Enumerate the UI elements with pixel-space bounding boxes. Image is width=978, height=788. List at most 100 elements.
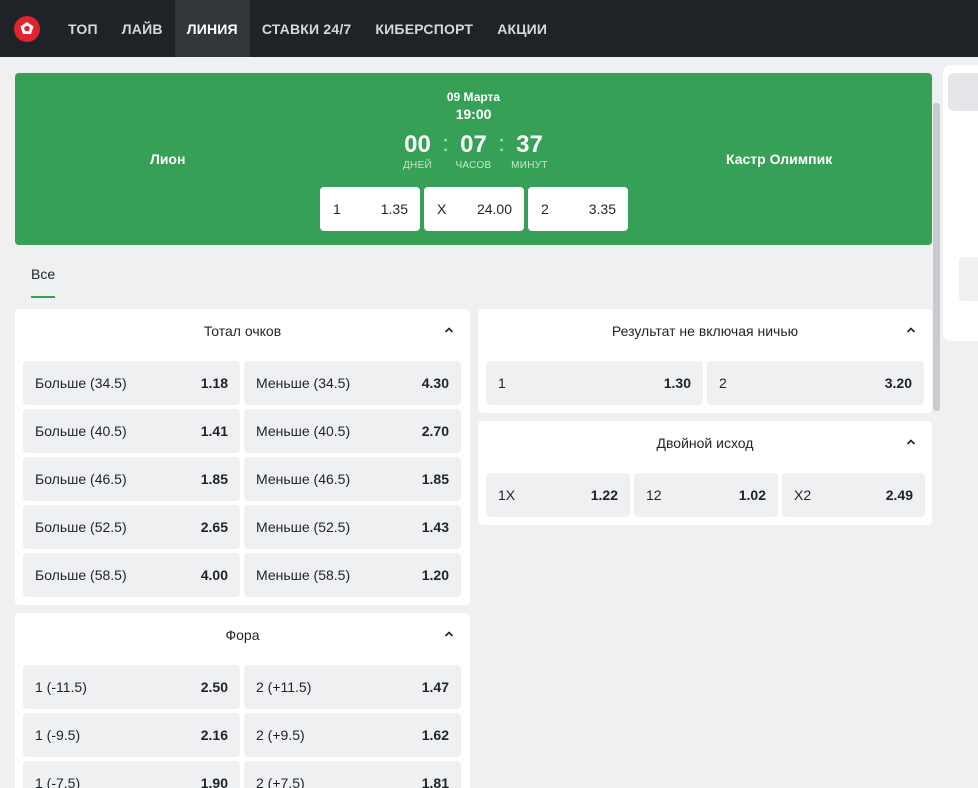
countdown-days: 00 ДНЕЙ	[395, 131, 441, 171]
odd-label: Больше (34.5)	[35, 375, 127, 391]
odd-cell[interactable]: 1X 1.22	[486, 473, 630, 517]
odd-cell[interactable]: 12 1.02	[634, 473, 778, 517]
odd-cell[interactable]: Больше (40.5) 1.41	[23, 409, 240, 453]
market-title: Фора	[225, 627, 260, 643]
odd-cell[interactable]: 2 (+11.5) 1.47	[244, 665, 461, 709]
chevron-up-icon[interactable]	[444, 325, 454, 335]
countdown-separator: :	[442, 131, 449, 156]
countdown-separator: :	[498, 131, 505, 156]
bet-slip-input[interactable]	[959, 257, 978, 301]
odd-cell[interactable]: 1 (-7.5) 1.90	[23, 761, 240, 788]
odd-label: 2 (+11.5)	[256, 679, 312, 695]
odd-value: 4.00	[200, 567, 228, 583]
odd-label: 1X	[498, 487, 516, 503]
countdown-hours-value: 07	[460, 131, 487, 158]
nav-bets-247[interactable]: СТАВКИ 24/7	[250, 0, 364, 57]
countdown-hours: 07 ЧАСОВ	[451, 131, 497, 171]
market-grid: 1 1.30 2 3.20	[478, 353, 932, 405]
countdown-hours-label: ЧАСОВ	[455, 160, 492, 171]
odd-label: Больше (40.5)	[35, 423, 127, 439]
odd-label: 2 (+7.5)	[256, 775, 305, 788]
odd-label: Меньше (34.5)	[256, 375, 351, 391]
market-title: Тотал очков	[203, 323, 282, 339]
market-header[interactable]: Результат не включая ничью	[478, 309, 932, 353]
market-handicap: Фора 1 (-11.5) 2.50 2 (+11.5) 1.47 1 (-9.5…	[15, 613, 470, 788]
odd-draw[interactable]: X 24.00	[424, 187, 524, 231]
market-header[interactable]: Тотал очков	[15, 309, 470, 353]
odd-cell[interactable]: 2 3.20	[707, 361, 924, 405]
chevron-up-icon[interactable]	[906, 437, 916, 447]
nav-line[interactable]: ЛИНИЯ	[174, 0, 250, 57]
bet-slip-panel	[943, 65, 978, 341]
odd-cell[interactable]: Меньше (58.5) 1.20	[244, 553, 461, 597]
odd-home-win[interactable]: 1 1.35	[320, 187, 420, 231]
odd-cell[interactable]: Меньше (46.5) 1.85	[244, 457, 461, 501]
odd-cell[interactable]: 2 (+7.5) 1.81	[244, 761, 461, 788]
odd-value: 1.85	[421, 471, 449, 487]
odd-label: 1	[333, 201, 341, 217]
odd-value: 1.47	[421, 679, 449, 695]
nav-promotions[interactable]: АКЦИИ	[485, 0, 559, 57]
market-header[interactable]: Фора	[15, 613, 470, 657]
chevron-up-icon[interactable]	[444, 629, 454, 639]
market-grid: 1 (-11.5) 2.50 2 (+11.5) 1.47 1 (-9.5) 2.16…	[15, 657, 470, 788]
odd-cell[interactable]: 1 (-11.5) 2.50	[23, 665, 240, 709]
odd-value: 2.50	[200, 679, 228, 695]
odd-value: 3.20	[884, 375, 912, 391]
odd-cell[interactable]: Меньше (34.5) 4.30	[244, 361, 461, 405]
scrollbar[interactable]	[933, 103, 940, 411]
odd-value: 1.02	[738, 487, 766, 503]
odd-label: Меньше (46.5)	[256, 471, 351, 487]
nav-top[interactable]: ТОП	[56, 0, 110, 57]
odd-cell[interactable]: Больше (46.5) 1.85	[23, 457, 240, 501]
nav-live[interactable]: ЛАЙВ	[110, 0, 175, 57]
odd-value: 2.49	[885, 487, 913, 503]
market-total: Тотал очков Больше (34.5) 1.18 Меньше (34…	[15, 309, 470, 605]
odd-cell[interactable]: 2 (+9.5) 1.62	[244, 713, 461, 757]
event-time: 19:00	[455, 106, 492, 122]
odd-value: 1.43	[421, 519, 449, 535]
logo-icon[interactable]	[14, 15, 40, 42]
odd-label: Больше (46.5)	[35, 471, 127, 487]
chevron-up-icon[interactable]	[906, 325, 916, 335]
odd-value: 4.30	[421, 375, 449, 391]
odd-label: Больше (52.5)	[35, 519, 127, 535]
odd-cell[interactable]: 1 (-9.5) 2.16	[23, 713, 240, 757]
odd-value: 1.41	[200, 423, 228, 439]
odd-value: 1.85	[200, 471, 228, 487]
odd-cell[interactable]: 1 1.30	[486, 361, 703, 405]
odd-label: 12	[646, 487, 662, 503]
odd-value: 1.62	[421, 727, 449, 743]
market-header[interactable]: Двойной исход	[478, 421, 932, 465]
nav-esports[interactable]: КИБЕРСПОРТ	[363, 0, 485, 57]
market-double-chance: Двойной исход 1X 1.22 12 1.02 X2 2.49	[478, 421, 932, 525]
countdown: 00 ДНЕЙ : 07 ЧАСОВ : 37 МИНУТ	[15, 131, 932, 171]
event-header: 09 Марта 19:00 Лион Кастр Олимпик 00 ДНЕ…	[15, 73, 932, 245]
odd-value: 2.16	[200, 727, 228, 743]
market-tabs: Все	[31, 266, 56, 298]
odd-label: Меньше (58.5)	[256, 567, 351, 583]
odd-label: 1 (-11.5)	[35, 679, 87, 695]
odd-label: Меньше (40.5)	[256, 423, 351, 439]
market-no-draw: Результат не включая ничью 1 1.30 2 3.20	[478, 309, 932, 413]
odd-cell[interactable]: Меньше (52.5) 1.43	[244, 505, 461, 549]
market-title: Двойной исход	[656, 435, 754, 451]
bet-slip-tab[interactable]	[948, 73, 978, 111]
odd-value: 2.70	[421, 423, 449, 439]
odd-cell[interactable]: Больше (58.5) 4.00	[23, 553, 240, 597]
odd-label: 2	[541, 201, 549, 217]
odd-value: 24.00	[476, 201, 512, 217]
odd-cell[interactable]: Больше (52.5) 2.65	[23, 505, 240, 549]
odd-cell[interactable]: X2 2.49	[782, 473, 925, 517]
market-grid: 1X 1.22 12 1.02 X2 2.49	[478, 465, 932, 517]
odd-cell[interactable]: Больше (34.5) 1.18	[23, 361, 240, 405]
market-grid: Больше (34.5) 1.18 Меньше (34.5) 4.30 Боль…	[15, 353, 470, 597]
tab-all[interactable]: Все	[31, 266, 56, 298]
odd-cell[interactable]: Меньше (40.5) 2.70	[244, 409, 461, 453]
odd-label: 1 (-7.5)	[35, 775, 81, 788]
odd-label: X	[437, 201, 447, 217]
odd-away-win[interactable]: 2 3.35	[528, 187, 628, 231]
odd-label: Меньше (52.5)	[256, 519, 351, 535]
odd-value: 1.20	[421, 567, 449, 583]
countdown-minutes: 37 МИНУТ	[507, 131, 553, 171]
